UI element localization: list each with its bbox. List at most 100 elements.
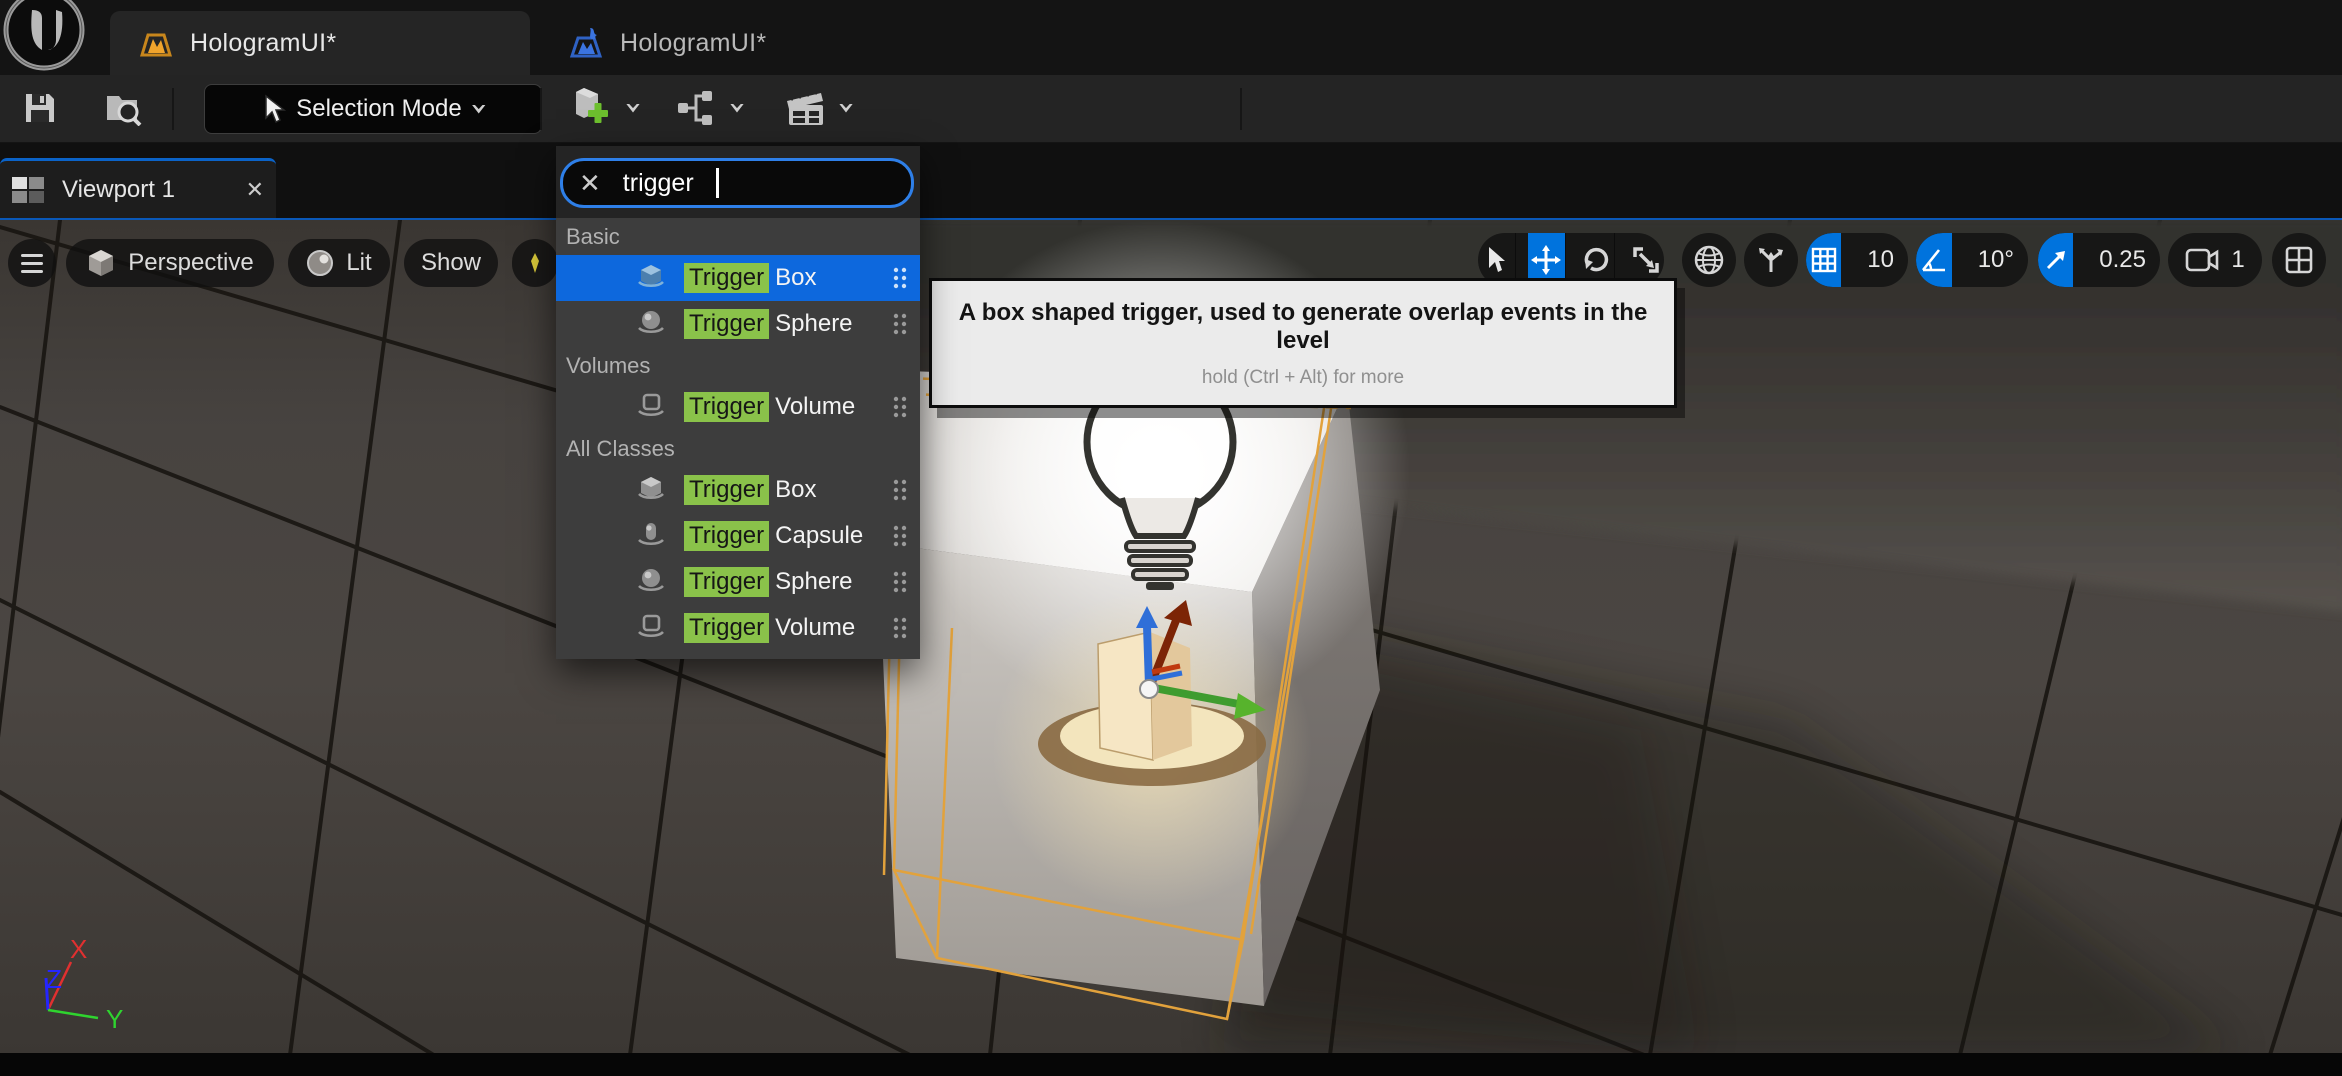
blueprints-button[interactable] <box>668 84 752 132</box>
clear-search-icon[interactable]: ✕ <box>579 168 601 199</box>
trigger-capsule-icon <box>635 521 667 551</box>
match-highlight: Trigger <box>684 521 769 551</box>
hamburger-icon <box>21 254 43 273</box>
cursor-icon <box>260 94 286 124</box>
clapperboard-icon <box>783 87 829 129</box>
selection-mode-dropdown[interactable]: Selection Mode <box>204 84 542 134</box>
menu-item-trigger-box[interactable]: Trigger Box <box>556 255 920 301</box>
actor-tooltip: A box shaped trigger, used to generate o… <box>929 278 1677 408</box>
lit-sphere-icon <box>306 249 334 277</box>
scale-snap-control: 0.25 <box>2038 233 2160 287</box>
viewport-tab-strip: Viewport 1 ✕ <box>0 143 2342 218</box>
coordinate-space-toggle[interactable] <box>1682 233 1736 287</box>
show-dropdown[interactable]: Show <box>404 239 498 287</box>
match-highlight: Trigger <box>684 567 769 597</box>
toolbar-separator <box>540 88 542 130</box>
blueprint-graph-icon <box>676 88 720 128</box>
drag-handle-icon[interactable] <box>892 395 908 419</box>
grid-snap-value: 10 <box>1853 246 1908 274</box>
item-label: Volume <box>775 393 855 421</box>
trigger-sphere-icon <box>635 567 667 597</box>
camera-speed-value: 1 <box>2231 246 2244 274</box>
selection-mode-label: Selection Mode <box>296 95 461 123</box>
trigger-box-icon <box>635 475 667 505</box>
scale-snap-value: 0.25 <box>2085 246 2160 274</box>
blueprint-icon <box>568 26 604 60</box>
chevron-down-icon <box>730 104 744 113</box>
item-label: Capsule <box>775 522 863 550</box>
content-browser-button[interactable] <box>96 84 152 132</box>
lit-dropdown[interactable]: Lit <box>288 239 390 287</box>
angle-snap-icon <box>1919 246 1949 274</box>
trigger-volume-icon <box>635 613 667 643</box>
menu-item-trigger-volume[interactable]: Trigger Volume <box>556 384 920 430</box>
match-highlight: Trigger <box>684 475 769 505</box>
camera-speed-control[interactable]: 1 <box>2168 233 2262 287</box>
status-bar <box>0 1053 2342 1076</box>
tooltip-hint: hold (Ctrl + Alt) for more <box>942 367 1664 389</box>
match-highlight: Trigger <box>684 263 769 293</box>
chevron-down-icon <box>626 104 640 113</box>
rotation-snap-value-button[interactable]: 10° <box>1964 233 2028 287</box>
rotate-icon <box>1581 245 1611 275</box>
quad-view-button[interactable] <box>2272 233 2326 287</box>
search-input[interactable]: ✕ trigger <box>560 158 914 208</box>
item-label: Volume <box>775 614 855 642</box>
menu-item-trigger-sphere[interactable]: Trigger Sphere <box>556 301 920 347</box>
tooltip-title: A box shaped trigger, used to generate o… <box>942 299 1664 355</box>
viewport-tab[interactable]: Viewport 1 ✕ <box>0 158 276 218</box>
show-label: Show <box>421 249 481 277</box>
select-cursor-icon <box>1485 246 1507 274</box>
quad-view-icon <box>2284 245 2314 275</box>
lit-label: Lit <box>346 249 371 277</box>
unreal-editor-window: HologramUI* HologramUI* <box>0 0 2342 1076</box>
folder-search-icon <box>105 90 143 126</box>
toolbar-separator <box>1240 88 1242 130</box>
drag-handle-icon[interactable] <box>892 312 908 336</box>
unreal-engine-logo[interactable] <box>2 0 86 72</box>
window-tab-label: HologramUI* <box>190 29 336 58</box>
drag-handle-icon[interactable] <box>892 478 908 502</box>
surface-snap-icon <box>1755 244 1787 276</box>
perspective-dropdown[interactable]: Perspective <box>66 239 274 287</box>
grid-snap-value-button[interactable]: 10 <box>1853 233 1908 287</box>
match-highlight: Trigger <box>684 392 769 422</box>
save-button[interactable] <box>12 84 68 132</box>
trigger-sphere-icon <box>635 309 667 339</box>
drag-handle-icon[interactable] <box>892 616 908 640</box>
cube-plus-icon <box>568 86 616 130</box>
viewport-tab-label: Viewport 1 <box>62 176 230 204</box>
viewport-options-button[interactable] <box>8 239 56 287</box>
section-header-volumes: Volumes <box>556 347 920 384</box>
add-actor-button[interactable] <box>562 84 646 132</box>
game-view-pill[interactable] <box>512 239 558 287</box>
menu-item-trigger-sphere-all[interactable]: Trigger Sphere <box>556 559 920 605</box>
match-highlight: Trigger <box>684 309 769 339</box>
drag-handle-icon[interactable] <box>892 266 908 290</box>
level-icon <box>138 27 174 59</box>
grid-snap-icon <box>1810 246 1838 274</box>
window-tab-level[interactable]: HologramUI* <box>110 11 530 75</box>
scale-snap-value-button[interactable]: 0.25 <box>2085 233 2160 287</box>
chevron-down-icon <box>839 104 853 113</box>
axis-x-label: X <box>70 934 87 964</box>
close-icon[interactable]: ✕ <box>246 177 264 203</box>
window-tab-blueprint[interactable]: HologramUI* <box>540 11 860 75</box>
section-header-all-classes: All Classes <box>556 430 920 467</box>
item-label: Sphere <box>775 310 852 338</box>
drag-handle-icon[interactable] <box>892 524 908 548</box>
menu-item-trigger-capsule[interactable]: Trigger Capsule <box>556 513 920 559</box>
axis-gizmo: X Z Y <box>0 910 220 1050</box>
cinematics-button[interactable] <box>774 84 862 132</box>
match-highlight: Trigger <box>684 613 769 643</box>
surface-snapping-button[interactable] <box>1744 233 1798 287</box>
axis-z-label: Z <box>46 964 62 994</box>
chevron-down-icon <box>472 105 486 114</box>
scale-icon <box>1632 246 1660 274</box>
perspective-cube-icon <box>86 248 116 278</box>
menu-item-trigger-volume-all[interactable]: Trigger Volume <box>556 605 920 651</box>
drag-handle-icon[interactable] <box>892 570 908 594</box>
item-label: Box <box>775 264 816 292</box>
menu-item-trigger-box-all[interactable]: Trigger Box <box>556 467 920 513</box>
camera-icon <box>2185 247 2219 273</box>
